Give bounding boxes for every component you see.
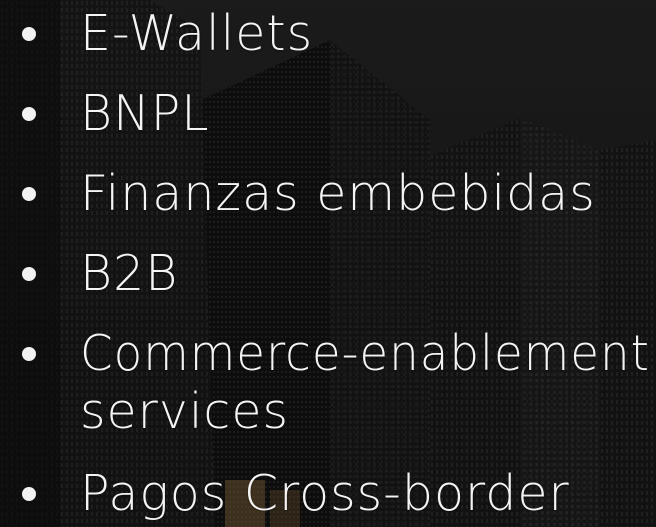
list-item-label: Commerce-enablement [80, 325, 650, 382]
bullet-dot-icon [22, 187, 36, 201]
bullet-dot-icon [22, 27, 36, 41]
list-item-label: Pagos Cross-border [80, 465, 570, 522]
list-item-label-continued: services [80, 383, 290, 440]
list-item-label: Finanzas embebidas [80, 165, 596, 222]
list-item-label: BNPL [80, 85, 210, 142]
bullet-dot-icon [22, 267, 36, 281]
bullet-dot-icon [22, 487, 36, 501]
list-item-label: B2B [80, 245, 179, 302]
bullet-dot-icon [22, 107, 36, 121]
bullet-dot-icon [22, 347, 36, 361]
list-item-label: E-Wallets [80, 5, 314, 62]
feature-list: E-Wallets BNPL Finanzas embebidas B2B Co… [0, 0, 656, 527]
